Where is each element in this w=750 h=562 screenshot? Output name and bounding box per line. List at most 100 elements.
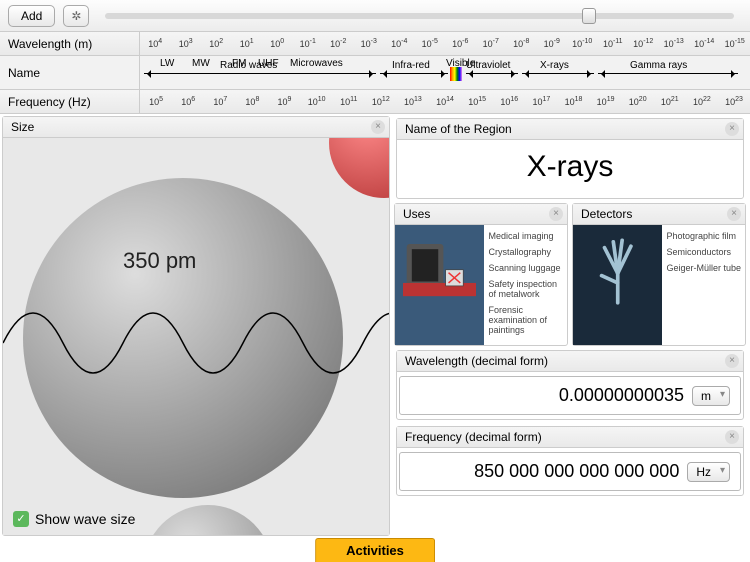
band-infrared: Infra-red	[392, 60, 430, 71]
list-item: Scanning luggage	[488, 263, 563, 273]
region-title: Name of the Region ×	[397, 119, 743, 140]
tick: 109	[268, 96, 300, 107]
band-uv: Ultraviolet	[466, 60, 510, 71]
tick: 10-10	[567, 38, 598, 49]
toolbar: Add ✲	[0, 0, 750, 32]
main-slider[interactable]	[105, 13, 734, 19]
tick: 103	[171, 38, 202, 49]
tick: 10-8	[506, 38, 537, 49]
band-radio: Radio waves	[220, 60, 277, 71]
band-bar-infrared	[380, 73, 448, 74]
close-icon[interactable]: ×	[371, 120, 385, 134]
gear-icon[interactable]: ✲	[63, 5, 89, 27]
size-value: 350 pm	[123, 248, 196, 274]
band-bar-gamma	[598, 73, 738, 74]
show-wave-checkbox[interactable]: ✓ Show wave size	[13, 511, 135, 527]
band-bar-radio	[144, 73, 376, 74]
frequency-axis-label: Frequency (Hz)	[0, 90, 140, 113]
tick: 1018	[557, 96, 589, 107]
tick: 10-7	[476, 38, 507, 49]
tick: 10-3	[354, 38, 385, 49]
detectors-title-text: Detectors	[581, 207, 632, 221]
tick: 1012	[365, 96, 397, 107]
tick: 1014	[429, 96, 461, 107]
size-title-text: Size	[11, 120, 34, 134]
list-item: Crystallography	[488, 247, 563, 257]
content-area: Size × 350 pm ✓ Show wave size Name o	[0, 114, 750, 538]
band-bar-uv	[466, 73, 518, 74]
tick: 10-6	[445, 38, 476, 49]
tick: 10-15	[720, 38, 750, 49]
tick: 1022	[686, 96, 718, 107]
wavelength-dec-title-text: Wavelength (decimal form)	[405, 354, 548, 368]
uses-image	[395, 225, 484, 345]
name-axis: Name LW MW FM UHF Microwaves Visible Rad…	[0, 56, 750, 90]
close-icon[interactable]: ×	[725, 122, 739, 136]
band-xrays: X-rays	[540, 60, 569, 71]
visible-spectrum-icon	[450, 67, 462, 81]
close-icon[interactable]: ×	[725, 430, 739, 444]
uses-panel: Uses × Medical imagingCrystallographySc	[394, 203, 568, 346]
check-icon: ✓	[13, 511, 29, 527]
tick: 1021	[654, 96, 686, 107]
tick: 1016	[493, 96, 525, 107]
tick: 1020	[622, 96, 654, 107]
band-lw: LW	[160, 58, 174, 69]
tick: 10-2	[323, 38, 354, 49]
list-item: Semiconductors	[666, 247, 741, 257]
region-value: X-rays	[397, 140, 743, 198]
comparison-sphere-red	[329, 138, 389, 198]
tick: 102	[201, 38, 232, 49]
name-axis-label: Name	[0, 56, 140, 89]
spectrum-bands: LW MW FM UHF Microwaves Visible Radio wa…	[140, 56, 750, 89]
activities-button[interactable]: Activities	[315, 538, 435, 562]
region-panel: Name of the Region × X-rays	[396, 118, 744, 199]
wavelength-dec-title: Wavelength (decimal form) ×	[397, 351, 743, 372]
wavelength-decimal-panel: Wavelength (decimal form) × 0.0000000003…	[396, 350, 744, 420]
tick: 105	[140, 96, 172, 107]
tick: 1015	[461, 96, 493, 107]
frequency-ticks: 1051061071081091010101110121013101410151…	[140, 90, 750, 113]
tick: 1017	[525, 96, 557, 107]
frequency-dec-title: Frequency (decimal form) ×	[397, 427, 743, 448]
close-icon[interactable]: ×	[725, 354, 739, 368]
tick: 104	[140, 38, 171, 49]
size-visual: 350 pm ✓ Show wave size	[3, 138, 389, 535]
frequency-decimal-panel: Frequency (decimal form) × 850 000 000 0…	[396, 426, 744, 496]
tick: 1023	[718, 96, 750, 107]
list-item: Safety inspection of metalwork	[488, 279, 563, 299]
list-item: Photographic film	[666, 231, 741, 241]
wavelength-dec-value: 0.00000000035	[559, 385, 684, 406]
tick: 10-9	[537, 38, 568, 49]
tick: 1013	[397, 96, 429, 107]
tick: 10-4	[384, 38, 415, 49]
close-icon[interactable]: ×	[549, 207, 563, 221]
tick: 1010	[301, 96, 333, 107]
size-panel: Size × 350 pm ✓ Show wave size	[2, 116, 390, 536]
show-wave-label: Show wave size	[35, 511, 135, 527]
uses-title: Uses ×	[395, 204, 567, 225]
wavelength-unit-select[interactable]: m	[692, 386, 730, 406]
list-item: Forensic examination of paintings	[488, 305, 563, 335]
tick: 107	[204, 96, 236, 107]
detectors-panel: Detectors × Photographic filmSemi	[572, 203, 746, 346]
tick: 10-5	[415, 38, 446, 49]
tick: 10-14	[689, 38, 720, 49]
detectors-image	[573, 225, 662, 345]
band-bar-xrays	[522, 73, 594, 74]
xray-hand-icon	[581, 233, 654, 306]
frequency-unit-select[interactable]: Hz	[687, 462, 730, 482]
list-item: Geiger-Müller tube	[666, 263, 741, 273]
tick: 1011	[333, 96, 365, 107]
close-icon[interactable]: ×	[727, 207, 741, 221]
tick: 10-11	[598, 38, 629, 49]
size-title: Size ×	[3, 117, 389, 138]
wavelength-axis-label: Wavelength (m)	[0, 32, 140, 55]
uses-title-text: Uses	[403, 207, 430, 221]
frequency-dec-title-text: Frequency (decimal form)	[405, 430, 542, 444]
tick: 106	[172, 96, 204, 107]
add-button[interactable]: Add	[8, 5, 55, 27]
wavelength-ticks: 10410310210110010-110-210-310-410-510-61…	[140, 32, 750, 55]
slider-thumb[interactable]	[582, 8, 596, 24]
comparison-sphere-small	[143, 505, 273, 535]
